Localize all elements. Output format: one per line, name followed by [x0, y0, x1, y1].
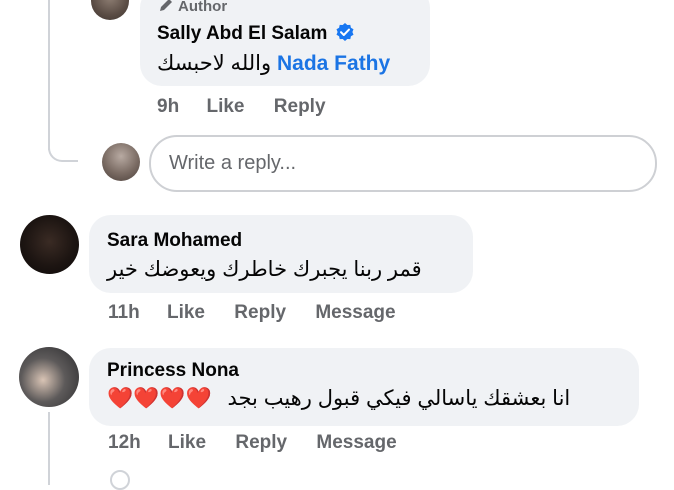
avatar[interactable] [20, 215, 79, 274]
like-button[interactable]: Like [206, 96, 244, 118]
comment-author-name[interactable]: Sara Mohamed [107, 230, 242, 252]
verified-badge-icon [336, 23, 354, 41]
current-user-avatar [102, 143, 140, 181]
thread-line-vertical [48, 412, 50, 485]
pencil-icon [160, 0, 172, 11]
reply-button[interactable]: Reply [234, 302, 286, 324]
comment-bubble: Princess Nona ❤️❤️❤️❤️ انا بعشقك ياسالي … [89, 348, 639, 426]
comment-bubble: Author Sally Abd El Salam والله لاحبسك N… [140, 0, 430, 86]
reply-input-box[interactable] [149, 135, 657, 192]
like-button[interactable]: Like [167, 302, 205, 324]
comment-actions: 12h Like Reply Message [108, 432, 397, 454]
comment-actions: 9h Like Reply [157, 96, 326, 118]
avatar[interactable] [91, 0, 129, 20]
comment-bubble: Sara Mohamed قمر ربنا يجبرك خاطرك ويعوضك… [89, 215, 473, 293]
comment-actions: 11h Like Reply Message [108, 302, 396, 324]
comment-text: قمر ربنا يجبرك خاطرك ويعوضك خير [107, 258, 422, 281]
comment-time[interactable]: 9h [157, 96, 179, 118]
comment-author-name[interactable]: Sally Abd El Salam [157, 22, 355, 45]
comment-time[interactable]: 11h [108, 302, 140, 324]
message-button[interactable]: Message [316, 432, 396, 454]
thread-line-vertical [48, 0, 50, 150]
comment-author-name[interactable]: Princess Nona [107, 360, 239, 382]
author-badge: Author [158, 0, 227, 15]
like-button[interactable]: Like [168, 432, 206, 454]
comment-text: ❤️❤️❤️❤️ انا بعشقك ياسالي فيكي قبول رهيب… [107, 387, 571, 410]
reply-button[interactable]: Reply [274, 96, 326, 118]
avatar[interactable] [19, 347, 79, 407]
message-button[interactable]: Message [315, 302, 395, 324]
comment-time[interactable]: 12h [108, 432, 141, 454]
mention-link[interactable]: Nada Fathy [277, 52, 390, 75]
replies-indicator-icon [110, 470, 130, 490]
reply-button[interactable]: Reply [235, 432, 287, 454]
comment-text: والله لاحبسك Nada Fathy [157, 52, 391, 75]
heart-emoji: ❤️❤️❤️❤️ [107, 387, 212, 410]
reply-input[interactable] [151, 137, 655, 190]
thread-line-curve [48, 148, 78, 162]
